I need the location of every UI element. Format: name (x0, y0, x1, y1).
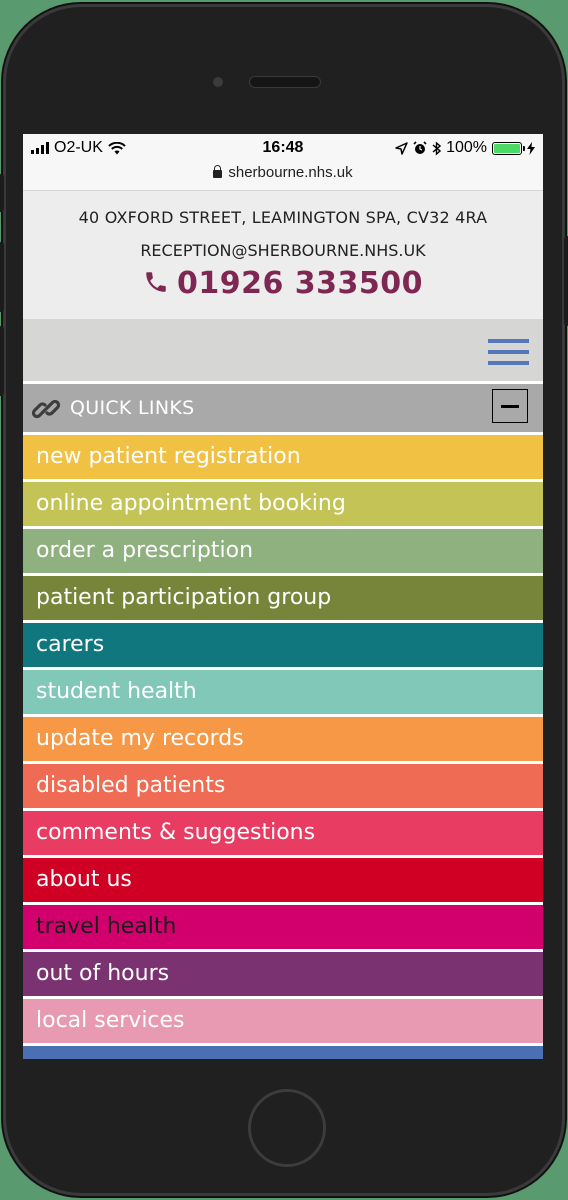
quick-link-item[interactable]: out of hours (23, 952, 543, 999)
home-button[interactable] (248, 1089, 326, 1167)
quick-links-title: QUICK LINKS (70, 397, 195, 419)
quick-link-item[interactable]: carers (23, 623, 543, 670)
site-header: 40 OXFORD STREET, LEAMINGTON SPA, CV32 4… (23, 191, 543, 319)
volume-down-button (0, 326, 4, 396)
earpiece-speaker (249, 76, 321, 88)
battery-percentage: 100% (446, 139, 487, 156)
phone-icon (146, 272, 166, 292)
hamburger-menu-icon[interactable] (488, 339, 529, 372)
status-bar: O2-UK 16:48 100% sherbourne.nhs.uk (23, 134, 543, 191)
quick-link-item[interactable]: travel health (23, 905, 543, 952)
collapse-toggle-button[interactable] (492, 389, 528, 423)
nav-bar (23, 319, 543, 384)
power-button (564, 236, 568, 326)
address-bar[interactable]: sherbourne.nhs.uk (23, 164, 543, 181)
battery-icon (492, 141, 525, 155)
quick-link-item[interactable]: student health (23, 670, 543, 717)
status-right: 100% (395, 139, 535, 157)
bluetooth-icon (432, 140, 442, 156)
mute-switch (0, 174, 4, 212)
minus-icon (501, 404, 519, 408)
link-icon (31, 399, 61, 419)
front-camera (213, 77, 223, 87)
quick-link-item[interactable]: comments & suggestions (23, 811, 543, 858)
next-section-strip (23, 1046, 543, 1059)
quick-link-item[interactable]: disabled patients (23, 764, 543, 811)
phone-number: 01926 333500 (176, 266, 424, 301)
lock-icon (213, 165, 223, 178)
phone-screen: O2-UK 16:48 100% sherbourne.nhs.uk 40 OX… (23, 134, 543, 1059)
quick-link-item[interactable]: about us (23, 858, 543, 905)
quick-link-item[interactable]: online appointment booking (23, 482, 543, 529)
quick-link-item[interactable]: order a prescription (23, 529, 543, 576)
quick-link-item[interactable]: new patient registration (23, 435, 543, 482)
quick-links-header[interactable]: QUICK LINKS (23, 384, 543, 435)
quick-link-item[interactable]: update my records (23, 717, 543, 764)
quick-link-item[interactable]: local services (23, 999, 543, 1046)
practice-address: 40 OXFORD STREET, LEAMINGTON SPA, CV32 4… (78, 208, 488, 227)
charging-bolt-icon (527, 141, 535, 155)
quick-links-list: new patient registration online appointme… (23, 435, 543, 1046)
alarm-icon (413, 141, 427, 154)
url-text: sherbourne.nhs.uk (228, 164, 353, 181)
location-arrow-icon (395, 141, 408, 155)
volume-up-button (0, 242, 4, 312)
practice-phone[interactable]: 01926 333500 (23, 266, 543, 301)
practice-email[interactable]: RECEPTION@SHERBOURNE.NHS.UK (23, 241, 543, 260)
quick-link-item[interactable]: patient participation group (23, 576, 543, 623)
